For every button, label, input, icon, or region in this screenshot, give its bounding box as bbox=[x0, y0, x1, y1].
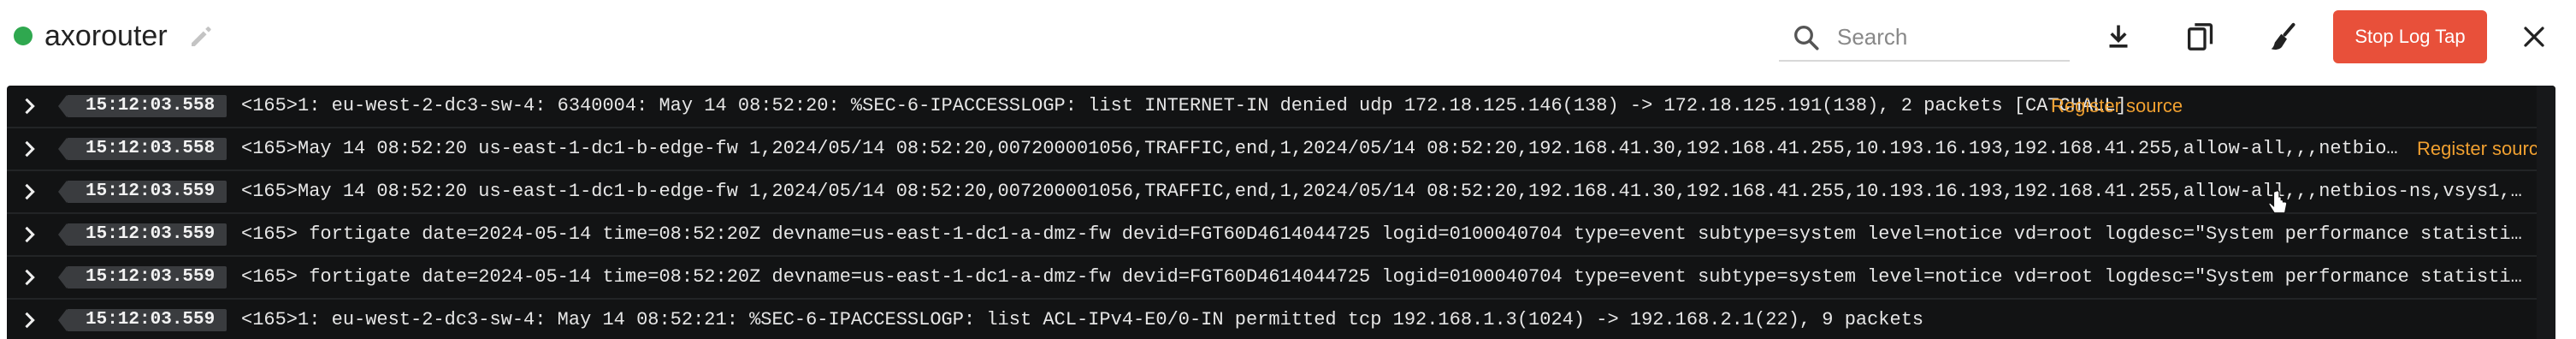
timestamp-badge: 15:12:03.559 bbox=[57, 309, 227, 331]
expand-chevron-icon[interactable] bbox=[17, 137, 41, 161]
log-message: <165>May 14 08:52:20 us-east-1-dc1-b-edg… bbox=[241, 138, 2405, 159]
log-message: <165> fortigate date=2024-05-14 time=08:… bbox=[241, 223, 2533, 245]
expand-chevron-icon[interactable] bbox=[17, 94, 41, 118]
timestamp-badge: 15:12:03.559 bbox=[57, 266, 227, 288]
register-source-link[interactable]: Register source bbox=[2417, 128, 2549, 170]
copy-icon bbox=[2188, 23, 2213, 51]
log-panel: 15:12:03.558 <165>1: eu-west-2-dc3-sw-4:… bbox=[7, 86, 2555, 339]
scrollbar[interactable] bbox=[2537, 86, 2555, 339]
download-button[interactable] bbox=[2097, 15, 2140, 58]
log-message: <165>1: eu-west-2-dc3-sw-4: May 14 08:52… bbox=[241, 309, 1924, 330]
log-row[interactable]: 15:12:03.559 <165> fortigate date=2024-0… bbox=[7, 257, 2555, 300]
clear-button[interactable] bbox=[2261, 15, 2304, 58]
expand-chevron-icon[interactable] bbox=[17, 223, 41, 247]
timestamp-badge: 15:12:03.559 bbox=[57, 223, 227, 246]
expand-chevron-icon[interactable] bbox=[17, 265, 41, 289]
log-message: <165>1: eu-west-2-dc3-sw-4: 6340004: May… bbox=[241, 95, 2127, 116]
log-row[interactable]: 15:12:03.559 <165> fortigate date=2024-0… bbox=[7, 214, 2555, 257]
log-row[interactable]: 15:12:03.559 <165>May 14 08:52:20 us-eas… bbox=[7, 171, 2555, 214]
search-field[interactable] bbox=[1779, 14, 2070, 62]
expand-chevron-icon[interactable] bbox=[17, 308, 41, 332]
timestamp-badge: 15:12:03.559 bbox=[57, 181, 227, 203]
close-button[interactable] bbox=[2513, 15, 2555, 58]
status-indicator bbox=[14, 27, 32, 45]
log-row[interactable]: 15:12:03.558 <165>1: eu-west-2-dc3-sw-4:… bbox=[7, 86, 2555, 128]
close-icon bbox=[2524, 27, 2544, 47]
log-row[interactable]: 15:12:03.559 <165>1: eu-west-2-dc3-sw-4:… bbox=[7, 300, 2555, 339]
stop-log-tap-button[interactable]: Stop Log Tap bbox=[2333, 10, 2487, 63]
clear-icon bbox=[2271, 22, 2295, 50]
log-message: <165>May 14 08:52:20 us-east-1-dc1-b-edg… bbox=[241, 181, 2533, 202]
mouse-cursor-icon bbox=[2268, 190, 2288, 214]
search-icon bbox=[1794, 26, 1819, 51]
edit-icon[interactable] bbox=[186, 21, 217, 51]
timestamp-badge: 15:12:03.558 bbox=[57, 95, 227, 117]
search-input[interactable] bbox=[1835, 19, 2061, 55]
register-source-link[interactable]: Register source bbox=[2051, 86, 2183, 127]
download-icon bbox=[2109, 25, 2128, 48]
expand-chevron-icon[interactable] bbox=[17, 180, 41, 204]
page-title: axorouter bbox=[44, 20, 168, 52]
timestamp-badge: 15:12:03.558 bbox=[57, 138, 227, 160]
log-message: <165> fortigate date=2024-05-14 time=08:… bbox=[241, 266, 2533, 288]
copy-button[interactable] bbox=[2179, 15, 2222, 58]
log-row[interactable]: 15:12:03.558 <165>May 14 08:52:20 us-eas… bbox=[7, 128, 2555, 171]
top-bar: axorouter Stop Log Tap bbox=[0, 0, 2576, 72]
